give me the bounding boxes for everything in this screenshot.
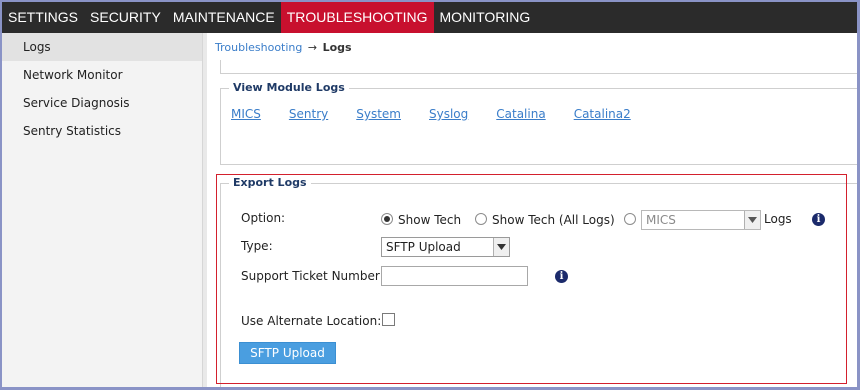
log-link-mics[interactable]: MICS bbox=[231, 107, 261, 121]
sidebar-scrollbar[interactable] bbox=[202, 33, 207, 388]
breadcrumb-troubleshooting-link[interactable]: Troubleshooting bbox=[215, 41, 302, 54]
log-link-catalina2[interactable]: Catalina2 bbox=[574, 107, 631, 121]
tab-settings[interactable]: SETTINGS bbox=[2, 0, 84, 33]
log-link-syslog[interactable]: Syslog bbox=[429, 107, 468, 121]
sidebar-item-network-monitor[interactable]: Network Monitor bbox=[2, 61, 202, 89]
breadcrumb-current: Logs bbox=[322, 41, 352, 54]
sidebar-item-service-diagnosis[interactable]: Service Diagnosis bbox=[2, 89, 202, 117]
main-content: Troubleshooting → Logs View Module Logs … bbox=[208, 33, 860, 390]
previous-section-box bbox=[220, 60, 860, 74]
breadcrumb-separator: → bbox=[307, 41, 318, 54]
view-module-logs-section: View Module Logs MICS Sentry System Sysl… bbox=[220, 81, 860, 165]
view-module-logs-legend: View Module Logs bbox=[229, 81, 349, 94]
log-link-catalina[interactable]: Catalina bbox=[496, 107, 545, 121]
tab-security[interactable]: SECURITY bbox=[84, 0, 167, 33]
log-link-sentry[interactable]: Sentry bbox=[289, 107, 328, 121]
module-log-links: MICS Sentry System Syslog Catalina Catal… bbox=[231, 107, 659, 121]
tab-monitoring[interactable]: MONITORING bbox=[434, 0, 537, 33]
sidebar: Logs Network Monitor Service Diagnosis S… bbox=[2, 33, 202, 388]
sidebar-item-logs[interactable]: Logs bbox=[2, 33, 202, 61]
top-nav: SETTINGS SECURITY MAINTENANCE TROUBLESHO… bbox=[0, 0, 860, 33]
log-link-system[interactable]: System bbox=[356, 107, 401, 121]
export-logs-highlight bbox=[216, 174, 847, 384]
tab-maintenance[interactable]: MAINTENANCE bbox=[167, 0, 281, 33]
sidebar-item-sentry-statistics[interactable]: Sentry Statistics bbox=[2, 117, 202, 145]
breadcrumb: Troubleshooting → Logs bbox=[215, 41, 352, 54]
tab-troubleshooting[interactable]: TROUBLESHOOTING bbox=[280, 0, 434, 33]
